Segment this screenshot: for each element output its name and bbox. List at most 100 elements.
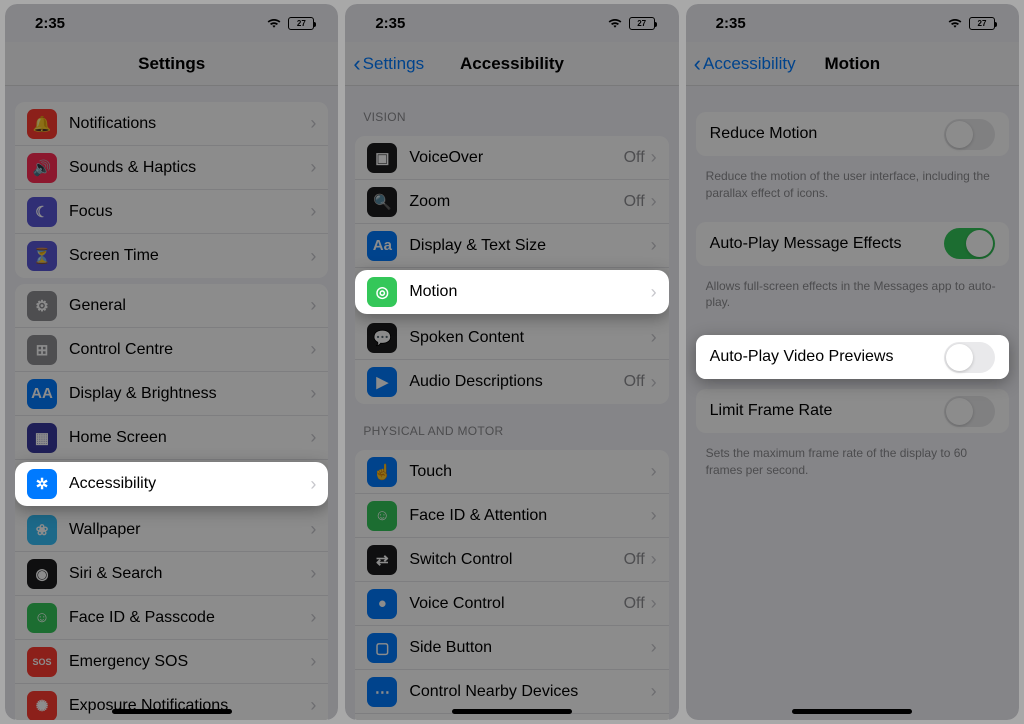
row-label: Wallpaper xyxy=(69,521,310,539)
reducemotion-toggle[interactable] xyxy=(944,119,995,150)
chevron-right-icon: › xyxy=(310,113,316,134)
row-label: Zoom xyxy=(409,193,623,211)
chevron-right-icon: › xyxy=(310,474,316,495)
row-screentime[interactable]: ⏳Screen Time› xyxy=(15,234,328,278)
row-general[interactable]: ⚙General› xyxy=(15,284,328,328)
row-touch[interactable]: ☝Touch› xyxy=(355,450,668,494)
toggle-group-reducemotion: Reduce Motion xyxy=(696,112,1009,156)
audiodesc-icon: ▶ xyxy=(367,367,397,397)
page-title: Accessibility xyxy=(460,54,564,74)
wallpaper-icon: ❀ xyxy=(27,515,57,545)
row-sos[interactable]: SOSEmergency SOS› xyxy=(15,640,328,684)
row-homescreen[interactable]: ▦ Home Screen› xyxy=(15,416,328,460)
status-bar: 2:35 27 xyxy=(345,4,678,42)
row-motion[interactable]: ◎Motion› xyxy=(355,270,668,314)
sos-icon: SOS xyxy=(27,647,57,677)
row-wallpaper[interactable]: ❀Wallpaper› xyxy=(15,508,328,552)
row-voicecontrol[interactable]: ●Voice ControlOff› xyxy=(355,582,668,626)
autoplayvideo-toggle[interactable] xyxy=(944,342,995,373)
row-voiceover[interactable]: ▣VoiceOverOff› xyxy=(355,136,668,180)
row-zoom[interactable]: 🔍ZoomOff› xyxy=(355,180,668,224)
voicecontrol-icon: ● xyxy=(367,589,397,619)
row-faceattention[interactable]: ☺Face ID & Attention› xyxy=(355,494,668,538)
row-audiodesc[interactable]: ▶ Audio DescriptionsOff › xyxy=(355,360,668,404)
switch-icon: ⇄ xyxy=(367,545,397,575)
settings-group: ⚙General›⊞Control Centre›AADisplay & Bri… xyxy=(15,284,328,720)
page-title: Motion xyxy=(824,54,880,74)
chevron-right-icon: › xyxy=(310,339,316,360)
row-autoplaymsg[interactable]: Auto-Play Message Effects xyxy=(696,222,1009,266)
chevron-right-icon: › xyxy=(651,191,657,212)
row-value: Off xyxy=(624,595,645,613)
home-indicator[interactable] xyxy=(792,709,912,714)
row-limitframerate[interactable]: Limit Frame Rate xyxy=(696,389,1009,433)
row-autoplayvideo[interactable]: Auto-Play Video Previews xyxy=(696,335,1009,379)
row-label: Home Screen xyxy=(69,429,310,447)
row-value: Off xyxy=(624,373,645,391)
chevron-right-icon: › xyxy=(651,505,657,526)
status-time: 2:35 xyxy=(375,15,405,32)
nav-bar: ‹ Accessibility Motion xyxy=(686,42,1019,86)
row-label: Touch xyxy=(409,463,650,481)
home-indicator[interactable] xyxy=(452,709,572,714)
motion-icon: ◎ xyxy=(367,277,397,307)
chevron-right-icon: › xyxy=(310,427,316,448)
row-display[interactable]: AADisplay & Brightness› xyxy=(15,372,328,416)
status-bar: 2:35 27 xyxy=(686,4,1019,42)
autoplaymsg-toggle[interactable] xyxy=(944,228,995,259)
nav-bar: Settings xyxy=(5,42,338,86)
row-label: Limit Frame Rate xyxy=(710,402,944,420)
row-label: Audio Descriptions xyxy=(409,373,623,391)
screentime-icon: ⏳ xyxy=(27,241,57,271)
row-siri[interactable]: ◉Siri & Search› xyxy=(15,552,328,596)
row-label: Spoken Content xyxy=(409,329,650,347)
row-label: Siri & Search xyxy=(69,565,310,583)
page-title: Settings xyxy=(138,54,205,74)
row-label: Reduce Motion xyxy=(710,125,944,143)
row-sounds[interactable]: 🔊Sounds & Haptics› xyxy=(15,146,328,190)
row-label: Emergency SOS xyxy=(69,653,310,671)
limitframerate-toggle[interactable] xyxy=(944,396,995,427)
row-label: Switch Control xyxy=(409,551,623,569)
row-label: Face ID & Attention xyxy=(409,507,650,525)
row-exposure[interactable]: ✺Exposure Notifications› xyxy=(15,684,328,720)
battery-icon: 27 xyxy=(288,17,314,30)
textsize-icon: Aa xyxy=(367,231,397,261)
row-label: Auto-Play Message Effects xyxy=(710,235,944,253)
row-sidebutton[interactable]: ▢Side Button› xyxy=(355,626,668,670)
row-textsize[interactable]: AaDisplay & Text Size› xyxy=(355,224,668,268)
row-focus[interactable]: ☾Focus› xyxy=(15,190,328,234)
chevron-right-icon: › xyxy=(310,607,316,628)
row-faceid[interactable]: ☺Face ID & Passcode› xyxy=(15,596,328,640)
battery-icon: 27 xyxy=(629,17,655,30)
nav-bar: ‹ Settings Accessibility xyxy=(345,42,678,86)
home-indicator[interactable] xyxy=(112,709,232,714)
row-label: Control Centre xyxy=(69,341,310,359)
voiceover-icon: ▣ xyxy=(367,143,397,173)
row-switch[interactable]: ⇄Switch ControlOff› xyxy=(355,538,668,582)
display-icon: AA xyxy=(27,379,57,409)
nearby-icon: ⋯ xyxy=(367,677,397,707)
row-spoken[interactable]: 💬Spoken Content› xyxy=(355,316,668,360)
chevron-right-icon: › xyxy=(651,637,657,658)
row-controlcentre[interactable]: ⊞Control Centre› xyxy=(15,328,328,372)
row-reducemotion[interactable]: Reduce Motion xyxy=(696,112,1009,156)
back-button[interactable]: ‹ Settings xyxy=(353,53,424,75)
row-label: VoiceOver xyxy=(409,149,623,167)
toggle-knob xyxy=(946,398,973,425)
toggle-group-autoplayvideo: Auto-Play Video Previews xyxy=(696,335,1009,379)
back-button[interactable]: ‹ Accessibility xyxy=(694,53,796,75)
chevron-left-icon: ‹ xyxy=(353,53,360,75)
footer-text: Reduce the motion of the user interface,… xyxy=(686,162,1019,216)
row-nearby[interactable]: ⋯Control Nearby Devices› xyxy=(355,670,668,714)
chevron-right-icon: › xyxy=(651,681,657,702)
sidebutton-icon: ▢ xyxy=(367,633,397,663)
chevron-right-icon: › xyxy=(651,372,657,393)
chevron-right-icon: › xyxy=(651,549,657,570)
row-notifications[interactable]: 🔔Notifications› xyxy=(15,102,328,146)
focus-icon: ☾ xyxy=(27,197,57,227)
siri-icon: ◉ xyxy=(27,559,57,589)
row-appletv[interactable]: ▯Apple TV Remote› xyxy=(355,714,668,720)
homescreen-icon: ▦ xyxy=(27,423,57,453)
row-accessibility[interactable]: ✲Accessibility› xyxy=(15,462,328,506)
